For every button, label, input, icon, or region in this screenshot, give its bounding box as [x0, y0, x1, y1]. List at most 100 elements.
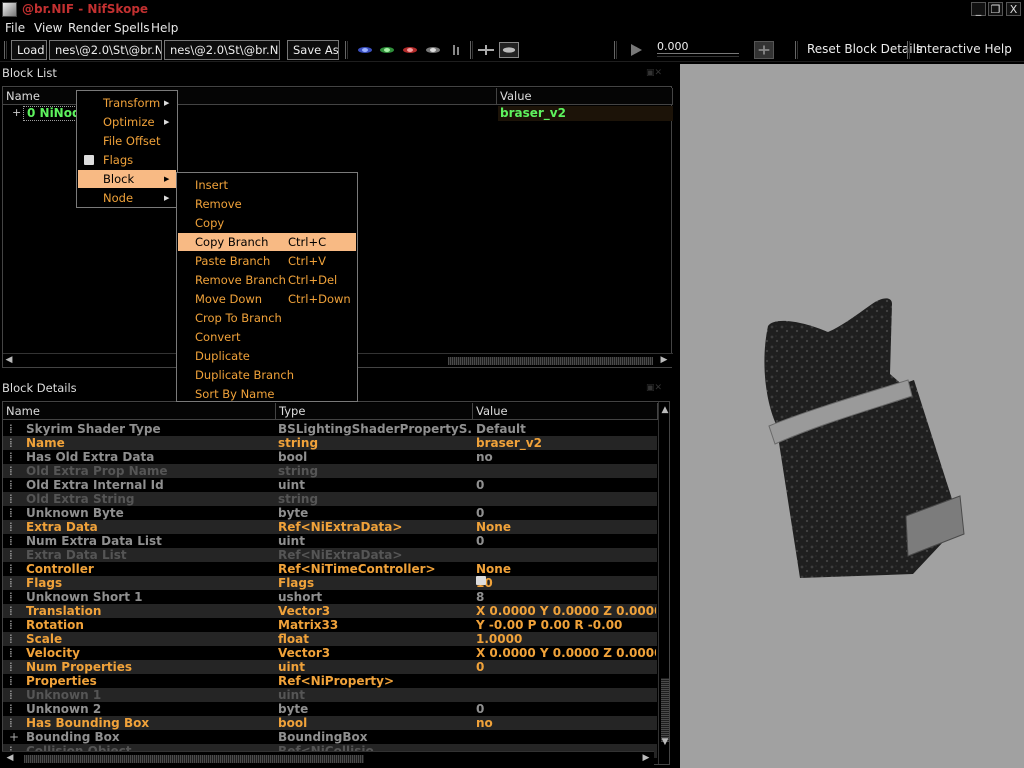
menu-spells[interactable]: Spells [114, 21, 150, 35]
table-row[interactable]: ⁞ Num Extra Data List uint 0 [3, 534, 657, 548]
tree-branch-icon[interactable]: ⁞ [9, 492, 21, 506]
table-row[interactable]: + Bounding Box BoundingBox [3, 730, 657, 744]
tree-branch-icon[interactable]: ⁞ [9, 520, 21, 534]
menu-view[interactable]: View [34, 21, 62, 35]
render-viewport[interactable] [680, 64, 1024, 768]
scroll-left-icon[interactable]: ◀ [3, 354, 15, 367]
menu-item-optimize[interactable]: Optimize ▶ [78, 113, 176, 131]
scroll-left-icon[interactable]: ◀ [4, 752, 16, 765]
menu-item-remove[interactable]: Remove [178, 195, 356, 213]
close-button[interactable]: X [1006, 2, 1021, 16]
menu-item-block[interactable]: Block ▶ [78, 170, 176, 188]
interactive-help-button[interactable]: Interactive Help [916, 42, 1012, 56]
menu-item-duplicate-branch[interactable]: Duplicate Branch [178, 366, 356, 384]
animation-slider[interactable] [657, 53, 739, 57]
details-header-type[interactable]: Type [276, 403, 473, 420]
table-row[interactable]: ⁞ Unknown 1 uint [3, 688, 657, 702]
expand-icon[interactable]: + [9, 730, 21, 744]
menu-item-copy[interactable]: Copy [178, 214, 356, 232]
tree-branch-icon[interactable]: ⁞ [9, 422, 21, 436]
scroll-right-icon[interactable]: ▶ [640, 752, 652, 765]
details-header-name[interactable]: Name [3, 403, 276, 420]
table-row[interactable]: ⁞ Translation Vector3 X 0.0000 Y 0.0000 Z 0… [3, 604, 657, 618]
table-row[interactable]: ⁞ Name string braser_v2 [3, 436, 657, 450]
scroll-up-icon[interactable]: ▲ [659, 404, 669, 416]
tree-branch-icon[interactable]: ⁞ [9, 702, 21, 716]
toolbar-grip[interactable] [614, 41, 617, 59]
menu-item-node[interactable]: Node ▶ [78, 189, 176, 207]
walk-mode-icon[interactable] [446, 42, 466, 58]
details-header-value[interactable]: Value [473, 403, 658, 420]
block-list-header-value[interactable]: Value [497, 88, 673, 105]
menu-item-file-offset[interactable]: File Offset [78, 132, 176, 150]
table-row[interactable]: ⁞ Old Extra String string [3, 492, 657, 506]
reset-block-details-button[interactable]: Reset Block Details [807, 42, 922, 56]
menu-item-insert[interactable]: Insert [178, 176, 356, 194]
play-icon[interactable] [626, 42, 646, 58]
table-row[interactable]: ⁞ Has Bounding Box bool no [3, 716, 657, 730]
details-vscrollbar[interactable]: ▲ ▼ [658, 402, 669, 764]
loop-icon[interactable] [754, 41, 774, 59]
save-as-button[interactable]: Save As [287, 40, 339, 60]
table-row[interactable]: ⁞ Rotation Matrix33 Y -0.00 P 0.00 R -0.00 [3, 618, 657, 632]
maximize-button[interactable]: ❐ [988, 2, 1003, 16]
tree-branch-icon[interactable]: ⁞ [9, 674, 21, 688]
tree-branch-icon[interactable]: ⁞ [9, 534, 21, 548]
tree-branch-icon[interactable]: ⁞ [9, 632, 21, 646]
toolbar-grip[interactable] [795, 41, 798, 59]
menu-item-sort-by-name[interactable]: Sort By Name [178, 385, 356, 403]
tree-branch-icon[interactable]: ⁞ [9, 576, 21, 590]
load-button[interactable]: Load [11, 40, 47, 60]
table-row[interactable]: ⁞ Old Extra Prop Name string [3, 464, 657, 478]
menu-item-copy-branch[interactable]: Copy Branch Ctrl+C [178, 233, 356, 251]
panel-float-icon[interactable]: ▣✕ [646, 383, 662, 393]
tree-branch-icon[interactable]: ⁞ [9, 464, 21, 478]
toolbar-grip[interactable] [907, 41, 910, 59]
panel-float-icon[interactable]: ▣✕ [646, 68, 662, 78]
tree-branch-icon[interactable]: ⁞ [9, 646, 21, 660]
tree-branch-icon[interactable]: ⁞ [9, 688, 21, 702]
perspective-icon[interactable] [476, 42, 496, 58]
table-row[interactable]: ⁞ Num Properties uint 0 [3, 660, 657, 674]
view-front-icon[interactable] [377, 42, 397, 58]
scroll-thumb[interactable] [661, 678, 669, 742]
view-top-icon[interactable] [355, 42, 375, 58]
tree-branch-icon[interactable]: ⁞ [9, 436, 21, 450]
tree-branch-icon[interactable]: ⁞ [9, 450, 21, 464]
scroll-right-icon[interactable]: ▶ [658, 354, 670, 367]
table-row[interactable]: ⁞ Old Extra Internal Id uint 0 [3, 478, 657, 492]
tree-branch-icon[interactable]: ⁞ [9, 478, 21, 492]
details-hscrollbar[interactable]: ◀ ▶ [2, 751, 654, 765]
table-row[interactable]: ⁞ Extra Data List Ref<NiExtraData> [3, 548, 657, 562]
menu-render[interactable]: Render [68, 21, 111, 35]
table-row[interactable]: ⁞ Controller Ref<NiTimeController> None [3, 562, 657, 576]
table-row[interactable]: ⁞ Unknown 2 byte 0 [3, 702, 657, 716]
menu-item-crop-to-branch[interactable]: Crop To Branch [178, 309, 356, 327]
table-row[interactable]: ⁞ Flags Flags 10 [3, 576, 657, 590]
toolbar-grip[interactable] [4, 41, 7, 59]
save-path-field[interactable]: nes\@2.0\St\@br.NIF [164, 40, 280, 60]
tree-branch-icon[interactable]: ⁞ [9, 660, 21, 674]
menu-item-transform[interactable]: Transform ▶ [78, 94, 176, 112]
table-row[interactable]: ⁞ Extra Data Ref<NiExtraData> None [3, 520, 657, 534]
table-row[interactable]: ⁞ Unknown Byte byte 0 [3, 506, 657, 520]
view-user-icon[interactable] [423, 42, 443, 58]
menu-file[interactable]: File [5, 21, 25, 35]
tree-branch-icon[interactable]: ⁞ [9, 506, 21, 520]
view-side-icon[interactable] [400, 42, 420, 58]
table-row[interactable]: ⁞ Velocity Vector3 X 0.0000 Y 0.0000 Z 0.00… [3, 646, 657, 660]
menu-item-convert[interactable]: Convert [178, 328, 356, 346]
tree-branch-icon[interactable]: ⁞ [9, 590, 21, 604]
table-row[interactable]: ⁞ Skyrim Shader Type BSLightingShaderPrope… [3, 422, 657, 436]
table-row[interactable]: ⁞ Unknown Short 1 ushort 8 [3, 590, 657, 604]
table-row[interactable]: ⁞ Properties Ref<NiProperty> [3, 674, 657, 688]
toolbar-grip[interactable] [470, 41, 473, 59]
camera-icon[interactable] [499, 42, 519, 58]
toolbar-grip[interactable] [345, 41, 348, 59]
tree-branch-icon[interactable]: ⁞ [9, 618, 21, 632]
tree-branch-icon[interactable]: ⁞ [9, 716, 21, 730]
menu-item-duplicate[interactable]: Duplicate [178, 347, 356, 365]
load-path-field[interactable]: nes\@2.0\St\@br.NIF [49, 40, 162, 60]
table-row[interactable]: ⁞ Has Old Extra Data bool no [3, 450, 657, 464]
menu-help[interactable]: Help [151, 21, 178, 35]
